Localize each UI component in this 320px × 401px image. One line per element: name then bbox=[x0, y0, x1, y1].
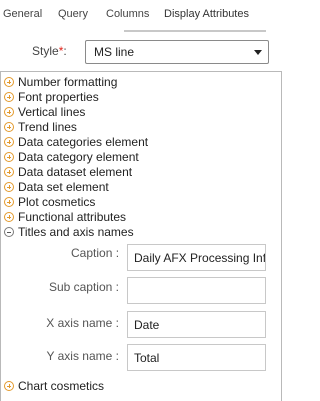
xaxis-name-label: X axis name : bbox=[46, 316, 119, 330]
section-vertical-lines[interactable]: Vertical lines bbox=[4, 105, 274, 120]
section-titles-and-axis-names[interactable]: Titles and axis names bbox=[4, 225, 274, 240]
section-label: Data dataset element bbox=[18, 165, 133, 179]
expand-plus-icon bbox=[4, 152, 14, 162]
tab-query[interactable]: Query bbox=[58, 8, 88, 20]
tab-display-attributes[interactable]: Display Attributes bbox=[164, 8, 249, 20]
style-select-value: MS line bbox=[94, 45, 135, 59]
tab-general[interactable]: General bbox=[3, 8, 42, 20]
tab-columns[interactable]: Columns bbox=[106, 8, 149, 20]
expand-plus-icon bbox=[4, 77, 14, 87]
style-select[interactable]: MS line bbox=[85, 40, 269, 64]
expand-plus-icon bbox=[4, 137, 14, 147]
section-data-categories-element[interactable]: Data categories element bbox=[4, 135, 274, 150]
section-data-set-element[interactable]: Data set element bbox=[4, 180, 274, 195]
section-data-category-element[interactable]: Data category element bbox=[4, 150, 274, 165]
expand-plus-icon bbox=[4, 107, 14, 117]
section-label: Vertical lines bbox=[18, 105, 86, 119]
section-label: Data set element bbox=[18, 180, 109, 194]
tab-underline bbox=[124, 30, 266, 32]
style-label: Style*: bbox=[32, 44, 67, 58]
chevron-down-icon bbox=[254, 50, 262, 55]
caption-input-value: Daily AFX Processing Info bbox=[134, 251, 266, 265]
attributes-panel: Number formatting Font properties Vertic… bbox=[0, 71, 282, 401]
section-label: Trend lines bbox=[18, 120, 77, 134]
section-label: Data categories element bbox=[18, 135, 149, 149]
yaxis-name-input-value: Total bbox=[134, 351, 160, 365]
expand-plus-icon bbox=[4, 92, 14, 102]
section-label: Number formatting bbox=[18, 75, 118, 89]
section-functional-attributes[interactable]: Functional attributes bbox=[4, 210, 274, 225]
yaxis-name-input[interactable]: Total bbox=[127, 344, 266, 371]
section-font-properties[interactable]: Font properties bbox=[4, 90, 274, 105]
section-label: Data category element bbox=[18, 150, 139, 164]
expand-plus-icon bbox=[4, 197, 14, 207]
section-trend-lines[interactable]: Trend lines bbox=[4, 120, 274, 135]
expand-plus-icon bbox=[4, 212, 14, 222]
tab-bar: General Query Columns Display Attributes bbox=[0, 0, 302, 32]
yaxis-name-label: Y axis name : bbox=[46, 349, 119, 363]
expand-plus-icon bbox=[4, 122, 14, 132]
collapse-minus-icon bbox=[4, 227, 14, 237]
section-plot-cosmetics[interactable]: Plot cosmetics bbox=[4, 195, 274, 210]
xaxis-name-input-value: Date bbox=[134, 318, 160, 332]
section-data-dataset-element[interactable]: Data dataset element bbox=[4, 165, 274, 180]
expand-plus-icon bbox=[4, 381, 14, 391]
caption-label: Caption : bbox=[71, 246, 120, 260]
subcaption-input[interactable] bbox=[127, 277, 266, 304]
section-label: Plot cosmetics bbox=[18, 195, 96, 209]
section-number-formatting[interactable]: Number formatting bbox=[4, 75, 274, 90]
section-label: Functional attributes bbox=[18, 210, 127, 224]
style-label-text: Style bbox=[32, 44, 59, 58]
expand-plus-icon bbox=[4, 167, 14, 177]
section-label: Titles and axis names bbox=[18, 225, 134, 239]
style-label-colon: : bbox=[63, 44, 67, 58]
subcaption-label: Sub caption : bbox=[48, 280, 119, 294]
section-label: Font properties bbox=[18, 90, 99, 104]
xaxis-name-input[interactable]: Date bbox=[127, 311, 266, 338]
expand-plus-icon bbox=[4, 182, 14, 192]
caption-input[interactable]: Daily AFX Processing Info bbox=[127, 244, 266, 271]
